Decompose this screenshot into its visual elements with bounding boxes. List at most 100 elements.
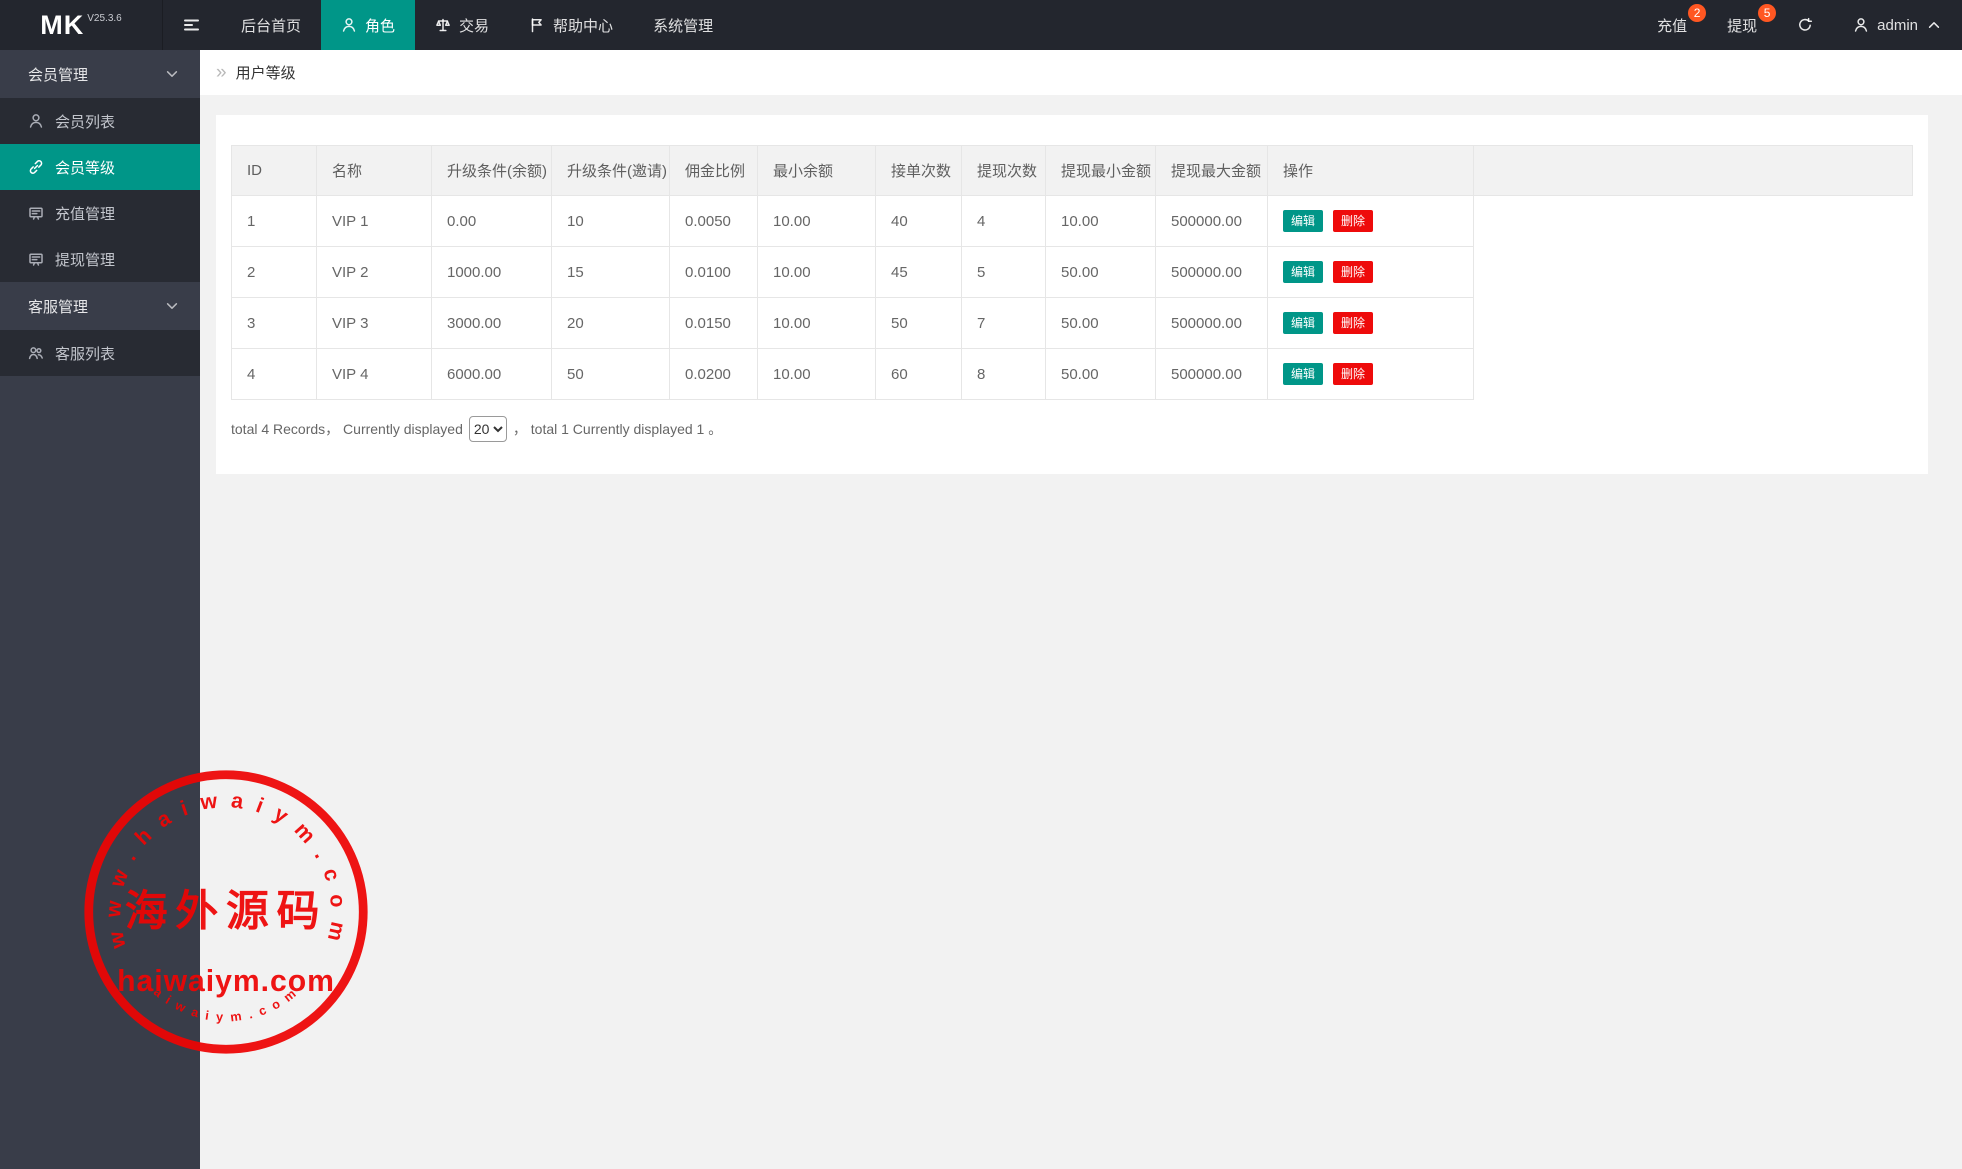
- table-card: ID名称升级条件(余额)升级条件(邀请)佣金比例最小余额接单次数提现次数提现最小…: [216, 115, 1928, 474]
- table-empty-column: [1474, 196, 1913, 400]
- table-cell: 10.00: [758, 196, 876, 247]
- topbar: MK V25.3.6 后台首页 角色 交易帮助中心系统管理 充值 2 提现 5 ad…: [0, 0, 1962, 50]
- sidebar-item-label: 客服列表: [55, 343, 115, 364]
- levels-table: ID名称升级条件(余额)升级条件(邀请)佣金比例最小余额接单次数提现次数提现最小…: [231, 145, 1913, 400]
- delete-button[interactable]: 删除: [1333, 363, 1373, 385]
- sidebar-item[interactable]: 充值管理: [0, 190, 200, 236]
- table-cell: 3000.00: [432, 298, 552, 349]
- table-cell: 500000.00: [1156, 247, 1268, 298]
- edit-button[interactable]: 编辑: [1283, 363, 1323, 385]
- recharge-label: 充值: [1657, 15, 1687, 36]
- column-header: 接单次数: [876, 146, 962, 196]
- top-nav-item[interactable]: 帮助中心: [509, 0, 633, 50]
- table-cell: 40: [876, 196, 962, 247]
- sidebar-item-label: 会员列表: [55, 111, 115, 132]
- top-nav-item[interactable]: 交易: [415, 0, 509, 50]
- chevron-down-icon: [164, 66, 180, 82]
- column-header: 名称: [317, 146, 432, 196]
- column-header: 提现最大金额: [1156, 146, 1268, 196]
- edit-button[interactable]: 编辑: [1283, 261, 1323, 283]
- actions-cell: 编辑删除: [1268, 349, 1474, 400]
- user-menu[interactable]: admin: [1833, 0, 1962, 50]
- top-nav-item[interactable]: 系统管理: [633, 0, 733, 50]
- person-icon: [28, 113, 44, 129]
- table-cell: VIP 2: [317, 247, 432, 298]
- card-icon: [28, 205, 44, 221]
- recharge-link[interactable]: 充值 2: [1637, 0, 1707, 50]
- delete-button[interactable]: 删除: [1333, 261, 1373, 283]
- edit-button[interactable]: 编辑: [1283, 210, 1323, 232]
- table-cell: VIP 3: [317, 298, 432, 349]
- table-cell: 50.00: [1046, 247, 1156, 298]
- sidebar-group-label: 会员管理: [28, 64, 164, 85]
- table-row: 1VIP 10.00100.005010.0040410.00500000.00…: [232, 196, 1913, 247]
- sidebar-group-header[interactable]: 会员管理: [0, 50, 200, 98]
- sidebar-item[interactable]: 客服列表: [0, 330, 200, 376]
- table-cell: 15: [552, 247, 670, 298]
- actions-cell: 编辑删除: [1268, 247, 1474, 298]
- table-cell: 8: [962, 349, 1046, 400]
- sidebar-item-label: 提现管理: [55, 249, 115, 270]
- sidebar: 会员管理会员列表会员等级充值管理提现管理客服管理客服列表: [0, 50, 200, 1169]
- logo[interactable]: MK V25.3.6: [0, 0, 163, 50]
- table-cell: 50.00: [1046, 349, 1156, 400]
- table-cell: 0.00: [432, 196, 552, 247]
- table-cell: VIP 1: [317, 196, 432, 247]
- logo-text: MK: [40, 10, 84, 41]
- recharge-badge: 2: [1688, 4, 1706, 22]
- sidebar-toggle-button[interactable]: [163, 0, 221, 50]
- column-header: 提现最小金额: [1046, 146, 1156, 196]
- table-cell: 0.0050: [670, 196, 758, 247]
- table-cell: 50: [552, 349, 670, 400]
- table-cell: 1: [232, 196, 317, 247]
- delete-button[interactable]: 删除: [1333, 210, 1373, 232]
- top-nav-label: 角色: [365, 15, 395, 36]
- table-cell: 50: [876, 298, 962, 349]
- sidebar-item[interactable]: 提现管理: [0, 236, 200, 282]
- actions-cell: 编辑删除: [1268, 298, 1474, 349]
- column-header-empty: [1474, 146, 1913, 196]
- column-header: 操作: [1268, 146, 1474, 196]
- table-header-row: ID名称升级条件(余额)升级条件(邀请)佣金比例最小余额接单次数提现次数提现最小…: [232, 146, 1913, 196]
- pagination-text-after: ， total 1 Currently displayed 1 。: [513, 419, 722, 439]
- table-cell: VIP 4: [317, 349, 432, 400]
- table-cell: 4: [962, 196, 1046, 247]
- top-nav-item[interactable]: 角色: [321, 0, 415, 50]
- topbar-right: 充值 2 提现 5 admin: [1637, 0, 1962, 50]
- table-cell: 10.00: [758, 349, 876, 400]
- table-cell: 5: [962, 247, 1046, 298]
- table-cell: 500000.00: [1156, 298, 1268, 349]
- withdraw-link[interactable]: 提现 5: [1707, 0, 1777, 50]
- edit-button[interactable]: 编辑: [1283, 312, 1323, 334]
- table-cell: 3: [232, 298, 317, 349]
- table-cell: 2: [232, 247, 317, 298]
- sidebar-group-label: 客服管理: [28, 296, 164, 317]
- column-header: 升级条件(余额): [432, 146, 552, 196]
- people-icon: [28, 345, 44, 361]
- sidebar-item[interactable]: 会员等级: [0, 144, 200, 190]
- table-cell: 4: [232, 349, 317, 400]
- top-nav-label: 交易: [459, 15, 489, 36]
- breadcrumb: » 用户等级: [200, 50, 1962, 95]
- refresh-button[interactable]: [1777, 0, 1833, 50]
- chevron-down-icon: [164, 298, 180, 314]
- table-cell: 500000.00: [1156, 349, 1268, 400]
- column-header: 提现次数: [962, 146, 1046, 196]
- page-size-select[interactable]: 20: [469, 416, 507, 442]
- table-cell: 45: [876, 247, 962, 298]
- table-cell: 10.00: [1046, 196, 1156, 247]
- chevron-up-icon: [1926, 17, 1942, 33]
- link-icon: [28, 159, 44, 175]
- table-cell: 0.0150: [670, 298, 758, 349]
- sidebar-item[interactable]: 会员列表: [0, 98, 200, 144]
- table-cell: 0.0200: [670, 349, 758, 400]
- card-icon: [28, 251, 44, 267]
- column-header: 升级条件(邀请): [552, 146, 670, 196]
- table-cell: 7: [962, 298, 1046, 349]
- top-nav: 后台首页 角色 交易帮助中心系统管理: [221, 0, 733, 50]
- top-nav-item[interactable]: 后台首页: [221, 0, 321, 50]
- scales-icon: [435, 17, 451, 33]
- sidebar-group-header[interactable]: 客服管理: [0, 282, 200, 330]
- delete-button[interactable]: 删除: [1333, 312, 1373, 334]
- withdraw-badge: 5: [1758, 4, 1776, 22]
